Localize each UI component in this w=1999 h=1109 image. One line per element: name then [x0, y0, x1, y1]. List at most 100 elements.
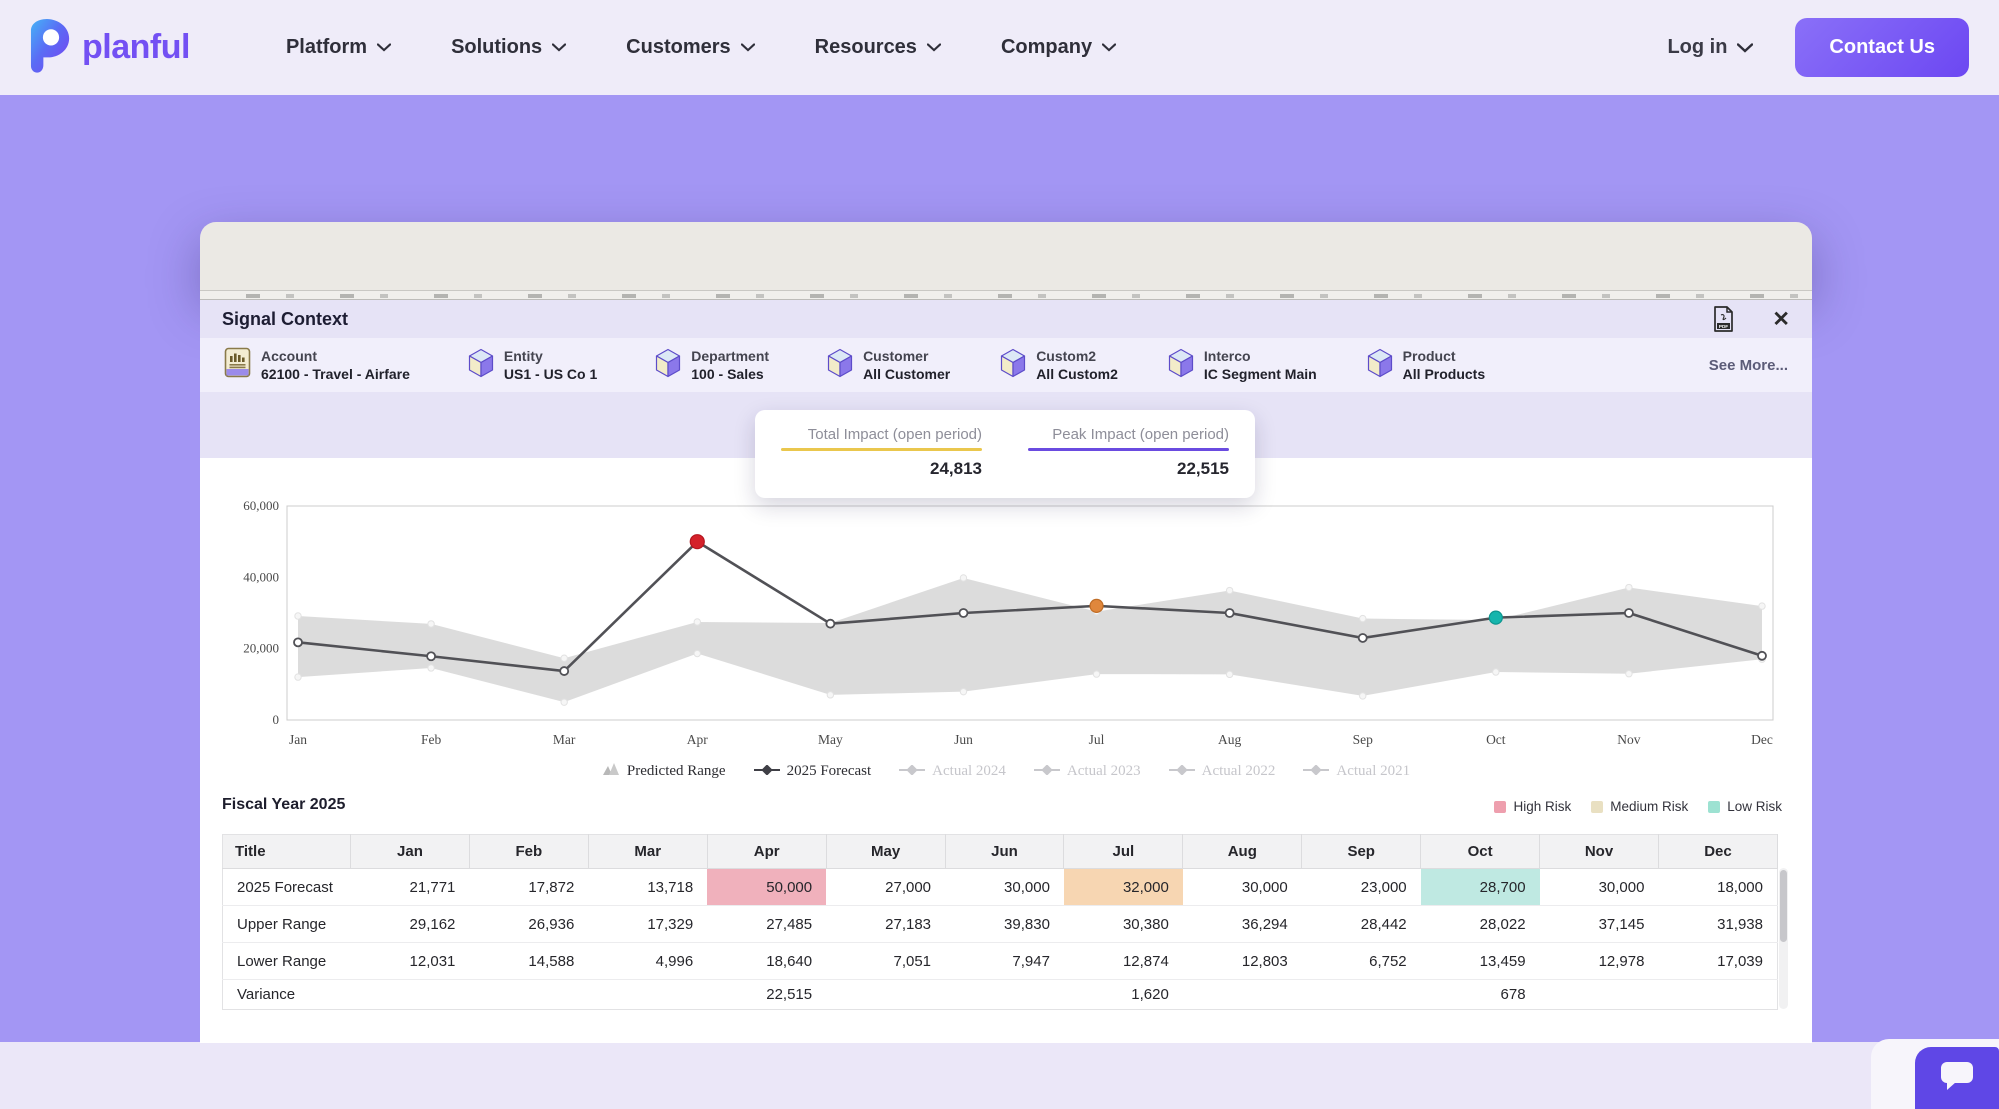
- cell-variance-dec[interactable]: [1658, 980, 1777, 1010]
- see-more-link[interactable]: See More...: [1709, 357, 1788, 374]
- cell-upper-range-oct[interactable]: 28,022: [1421, 906, 1540, 943]
- total-impact-label: Total Impact (open period): [781, 426, 982, 448]
- cell-upper-range-mar[interactable]: 17,329: [588, 906, 707, 943]
- table-scrollbar-thumb[interactable]: [1780, 870, 1787, 942]
- column-header-apr[interactable]: Apr: [707, 835, 826, 869]
- contact-us-button[interactable]: Contact Us: [1795, 18, 1969, 77]
- cell-variance-may[interactable]: [826, 980, 945, 1010]
- context-dimensions-bar: Account62100 - Travel - Airfare EntityUS…: [200, 338, 1812, 392]
- cell-variance-nov[interactable]: [1540, 980, 1659, 1010]
- cell-lower-range-may[interactable]: 7,051: [826, 943, 945, 980]
- cell-2025-forecast-mar[interactable]: 13,718: [588, 869, 707, 906]
- cell-2025-forecast-jan[interactable]: 21,771: [351, 869, 470, 906]
- line-legend-icon: [1169, 763, 1195, 780]
- cell-2025-forecast-feb[interactable]: 17,872: [469, 869, 588, 906]
- cell-lower-range-jul[interactable]: 12,874: [1064, 943, 1183, 980]
- cell-variance-oct[interactable]: 678: [1421, 980, 1540, 1010]
- column-header-jul[interactable]: Jul: [1064, 835, 1183, 869]
- nav-item-resources[interactable]: Resources: [815, 36, 941, 59]
- cell-2025-forecast-may[interactable]: 27,000: [826, 869, 945, 906]
- cell-upper-range-nov[interactable]: 37,145: [1540, 906, 1659, 943]
- cell-variance-jun[interactable]: [945, 980, 1064, 1010]
- cell-variance-feb[interactable]: [469, 980, 588, 1010]
- context-item-entity[interactable]: EntityUS1 - US Co 1: [468, 347, 597, 383]
- cell-upper-range-aug[interactable]: 36,294: [1183, 906, 1302, 943]
- nav-item-customers[interactable]: Customers: [626, 36, 754, 59]
- cell-2025-forecast-sep[interactable]: 23,000: [1302, 869, 1421, 906]
- column-header-sep[interactable]: Sep: [1302, 835, 1421, 869]
- column-header-aug[interactable]: Aug: [1183, 835, 1302, 869]
- cell-lower-range-jun[interactable]: 7,947: [945, 943, 1064, 980]
- cell-lower-range-aug[interactable]: 12,803: [1183, 943, 1302, 980]
- context-item-department[interactable]: Department100 - Sales: [655, 347, 769, 383]
- cell-upper-range-may[interactable]: 27,183: [826, 906, 945, 943]
- cell-lower-range-sep[interactable]: 6,752: [1302, 943, 1421, 980]
- risk-swatch: [1494, 801, 1506, 813]
- cell-2025-forecast-apr[interactable]: 50,000: [707, 869, 826, 906]
- legend-item-actual-2024[interactable]: Actual 2024: [899, 763, 1006, 780]
- cell-upper-range-jun[interactable]: 39,830: [945, 906, 1064, 943]
- column-header-mar[interactable]: Mar: [588, 835, 707, 869]
- nav-item-solutions[interactable]: Solutions: [451, 36, 566, 59]
- legend-item-predicted-range[interactable]: Predicted Range: [602, 762, 726, 781]
- legend-item-actual-2021[interactable]: Actual 2021: [1303, 763, 1410, 780]
- total-impact-value: 24,813: [781, 459, 982, 479]
- cell-2025-forecast-jul[interactable]: 32,000: [1064, 869, 1183, 906]
- cell-lower-range-nov[interactable]: 12,978: [1540, 943, 1659, 980]
- chat-widget-button[interactable]: [1915, 1047, 1999, 1109]
- context-item-interco[interactable]: IntercoIC Segment Main: [1168, 347, 1317, 383]
- legend-item-2025-forecast[interactable]: 2025 Forecast: [754, 763, 872, 780]
- column-header-oct[interactable]: Oct: [1421, 835, 1540, 869]
- cell-lower-range-dec[interactable]: 17,039: [1658, 943, 1777, 980]
- cell-lower-range-mar[interactable]: 4,996: [588, 943, 707, 980]
- cell-variance-mar[interactable]: [588, 980, 707, 1010]
- line-legend-icon: [1034, 763, 1060, 780]
- context-item-value: All Customer: [863, 365, 950, 383]
- cell-upper-range-jul[interactable]: 30,380: [1064, 906, 1183, 943]
- column-header-title[interactable]: Title: [223, 835, 351, 869]
- cell-lower-range-jan[interactable]: 12,031: [351, 943, 470, 980]
- close-icon[interactable]: ✕: [1772, 309, 1790, 330]
- cell-2025-forecast-dec[interactable]: 18,000: [1658, 869, 1777, 906]
- nav-item-company[interactable]: Company: [1001, 36, 1116, 59]
- context-item-product[interactable]: ProductAll Products: [1367, 347, 1485, 383]
- cell-upper-range-apr[interactable]: 27,485: [707, 906, 826, 943]
- cell-upper-range-jan[interactable]: 29,162: [351, 906, 470, 943]
- cell-variance-sep[interactable]: [1302, 980, 1421, 1010]
- cell-variance-apr[interactable]: 22,515: [707, 980, 826, 1010]
- legend-item-actual-2023[interactable]: Actual 2023: [1034, 763, 1141, 780]
- legend-item-actual-2022[interactable]: Actual 2022: [1169, 763, 1276, 780]
- total-impact: Total Impact (open period) 24,813: [781, 426, 982, 498]
- column-header-jun[interactable]: Jun: [945, 835, 1064, 869]
- cell-upper-range-feb[interactable]: 26,936: [469, 906, 588, 943]
- export-pdf-icon[interactable]: PDF: [1713, 306, 1734, 332]
- app-window-chrome: [200, 222, 1812, 290]
- context-item-custom2[interactable]: Custom2All Custom2: [1000, 347, 1118, 383]
- nav-item-platform[interactable]: Platform: [286, 36, 391, 59]
- column-header-feb[interactable]: Feb: [469, 835, 588, 869]
- row-title: Lower Range: [223, 943, 351, 980]
- cell-lower-range-feb[interactable]: 14,588: [469, 943, 588, 980]
- cell-2025-forecast-aug[interactable]: 30,000: [1183, 869, 1302, 906]
- cell-variance-jan[interactable]: [351, 980, 470, 1010]
- cell-variance-jul[interactable]: 1,620: [1064, 980, 1183, 1010]
- planful-logo[interactable]: planful: [30, 17, 190, 78]
- cell-2025-forecast-jun[interactable]: 30,000: [945, 869, 1064, 906]
- context-item-account[interactable]: Account62100 - Travel - Airfare: [224, 347, 410, 383]
- login-menu[interactable]: Log in: [1667, 36, 1753, 59]
- column-header-nov[interactable]: Nov: [1540, 835, 1659, 869]
- cell-upper-range-dec[interactable]: 31,938: [1658, 906, 1777, 943]
- cell-2025-forecast-oct[interactable]: 28,700: [1421, 869, 1540, 906]
- cell-2025-forecast-nov[interactable]: 30,000: [1540, 869, 1659, 906]
- cell-lower-range-apr[interactable]: 18,640: [707, 943, 826, 980]
- column-header-dec[interactable]: Dec: [1658, 835, 1777, 869]
- cell-upper-range-sep[interactable]: 28,442: [1302, 906, 1421, 943]
- fiscal-year-table: TitleJanFebMarAprMayJunJulAugSepOctNovDe…: [222, 834, 1778, 1010]
- cell-lower-range-oct[interactable]: 13,459: [1421, 943, 1540, 980]
- peak-impact: Peak Impact (open period) 22,515: [1028, 426, 1229, 498]
- column-header-may[interactable]: May: [826, 835, 945, 869]
- context-item-customer[interactable]: CustomerAll Customer: [827, 347, 950, 383]
- table-scrollbar[interactable]: [1779, 868, 1788, 1009]
- cell-variance-aug[interactable]: [1183, 980, 1302, 1010]
- column-header-jan[interactable]: Jan: [351, 835, 470, 869]
